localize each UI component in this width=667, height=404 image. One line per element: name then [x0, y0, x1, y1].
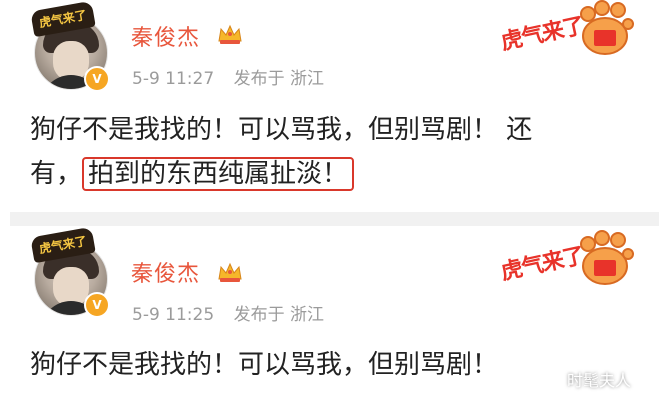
content-prefix: 有，: [30, 159, 83, 189]
sticker-text: 虎气来了: [498, 243, 587, 286]
avatar[interactable]: 虎气来了 V: [30, 0, 110, 92]
sticker-text: 虎气来了: [498, 13, 587, 56]
post-location: 发布于 浙江: [233, 305, 324, 325]
tiger-sticker: 虎气来了: [498, 230, 634, 288]
verified-badge-icon: V: [84, 292, 110, 318]
tiger-paw-sticker-icon: [580, 0, 634, 55]
content-line-1: 狗仔不是我找的！可以骂我，但别骂剧！: [30, 350, 499, 380]
tiger-sticker: 虎气来了: [498, 0, 634, 58]
post-content: 狗仔不是我找的！可以骂我，但别骂剧！: [30, 343, 627, 387]
verified-badge-icon: V: [84, 66, 110, 92]
crown-icon: [218, 24, 242, 44]
content-line-2: 有， 拍到的东西纯属扯淡！: [30, 152, 627, 196]
post-meta: 5-9 11:27 发布于 浙江: [132, 64, 338, 89]
watermark: 时髦夫人: [567, 371, 632, 390]
post-time[interactable]: 5-9 11:25: [132, 305, 214, 325]
post-time[interactable]: 5-9 11:27: [132, 69, 214, 89]
username[interactable]: 秦俊杰: [131, 256, 200, 288]
tiger-paw-sticker-icon: [580, 230, 634, 285]
post-meta: 5-9 11:25 发布于 浙江: [132, 300, 338, 325]
feed-divider: [10, 212, 659, 226]
username[interactable]: 秦俊杰: [131, 20, 200, 52]
highlighted-text: 拍到的东西纯属扯淡！: [82, 157, 355, 191]
crown-icon: [218, 262, 242, 282]
post-content: 狗仔不是我找的！可以骂我，但别骂剧！ 还 有， 拍到的东西纯属扯淡！: [30, 108, 627, 196]
content-line-1: 狗仔不是我找的！可以骂我，但别骂剧！ 还: [30, 115, 533, 145]
post-location: 发布于 浙江: [233, 69, 324, 89]
avatar[interactable]: 虎气来了 V: [30, 226, 110, 318]
